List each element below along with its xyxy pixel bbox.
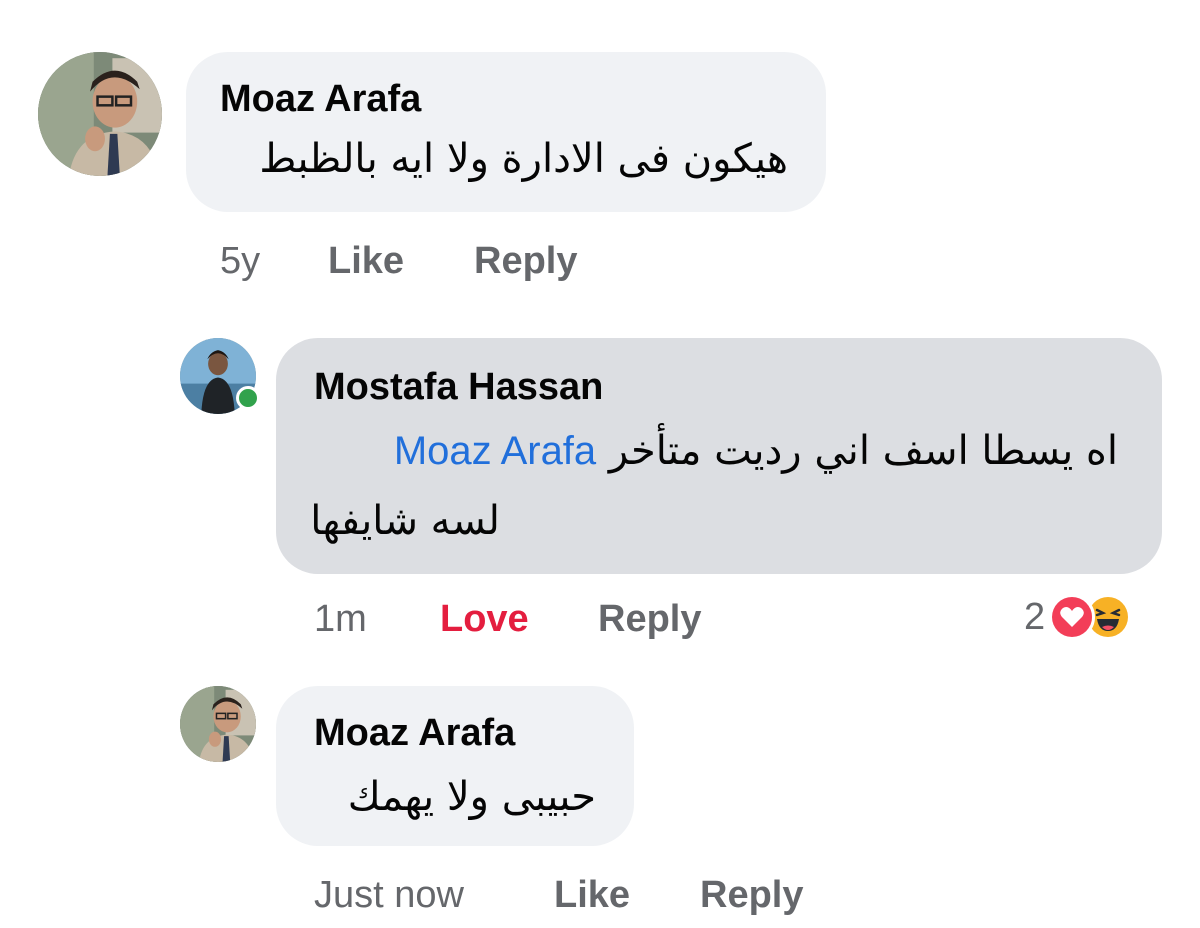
heart-icon	[1049, 594, 1096, 640]
reply-button[interactable]: Reply	[700, 874, 803, 917]
profile-photo-icon	[38, 52, 162, 176]
profile-photo-icon	[180, 686, 256, 762]
avatar-moaz-arafa[interactable]	[38, 52, 162, 176]
comment-timestamp[interactable]: 1m	[314, 598, 367, 641]
like-button[interactable]: Like	[554, 874, 630, 917]
comment-text-line-2: لسه شايفها	[310, 498, 500, 544]
comment-bubble[interactable]	[276, 686, 634, 846]
mention-link[interactable]: Moaz Arafa	[394, 429, 596, 473]
love-reaction-button[interactable]: Love	[440, 598, 529, 641]
comment-text-line-1: اه يسطا اسف اني رديت متأخر Moaz Arafa	[394, 428, 1118, 474]
reaction-count: 2	[1024, 595, 1046, 638]
comment-timestamp[interactable]: 5y	[220, 240, 260, 283]
comment-author[interactable]: Moaz Arafa	[314, 712, 515, 755]
comment-bubble[interactable]	[186, 52, 826, 212]
like-button[interactable]: Like	[328, 240, 404, 283]
reply-button[interactable]: Reply	[598, 598, 701, 641]
comment-text: هيكون فى الادارة ولا ايه بالظبط	[259, 136, 788, 182]
comment-text: اه يسطا اسف اني رديت متأخر	[608, 428, 1118, 474]
online-status-indicator	[236, 386, 260, 410]
avatar-moaz-arafa[interactable]	[180, 686, 256, 762]
reaction-summary[interactable]: 2	[1024, 594, 1132, 640]
reply-button[interactable]: Reply	[474, 240, 577, 283]
comment-timestamp[interactable]: Just now	[314, 874, 464, 917]
comment-author[interactable]: Mostafa Hassan	[314, 366, 603, 409]
comment-author[interactable]: Moaz Arafa	[220, 78, 421, 121]
comment-text: حبيبى ولا يهمك	[347, 774, 596, 820]
